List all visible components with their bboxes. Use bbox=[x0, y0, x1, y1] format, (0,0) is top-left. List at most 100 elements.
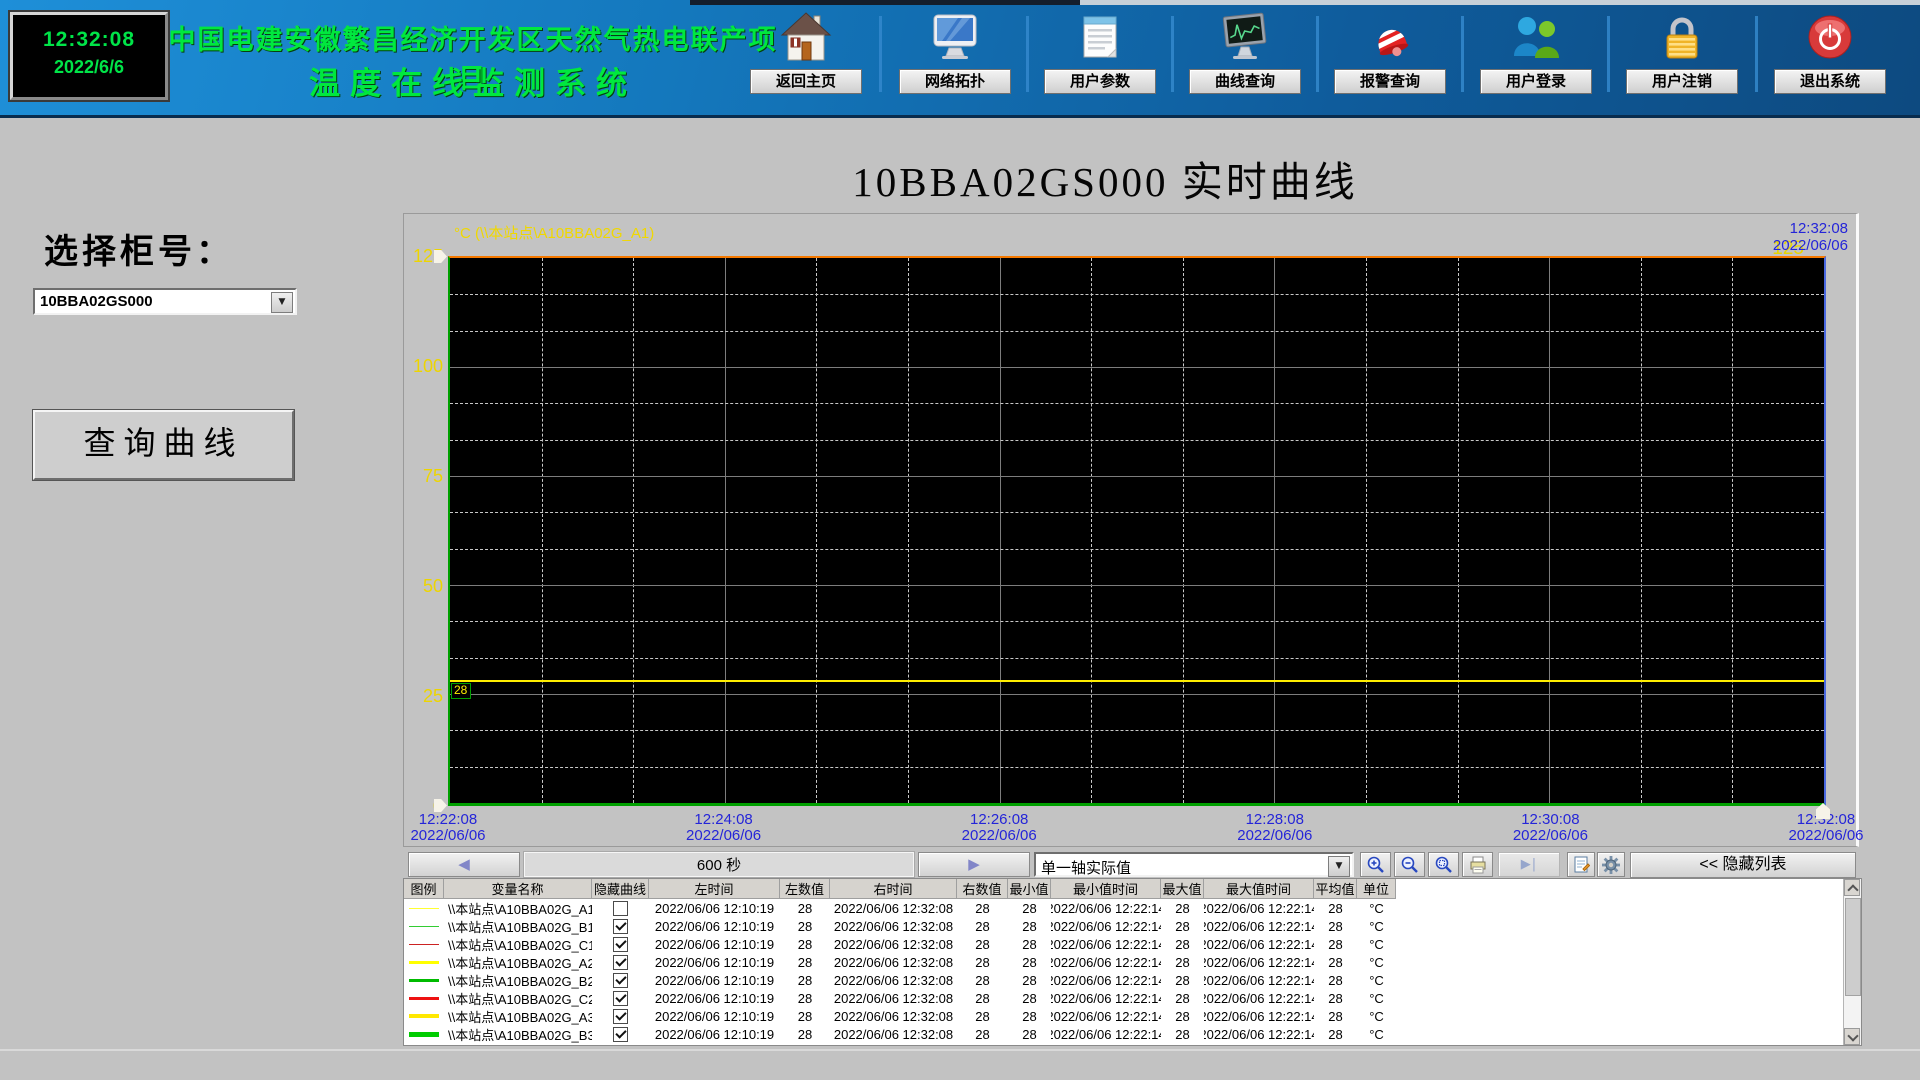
cursor-date: 2022/06/06 bbox=[1773, 237, 1848, 254]
column-header[interactable]: 右时间 bbox=[830, 879, 957, 899]
scroll-down-button[interactable] bbox=[1844, 1028, 1860, 1045]
column-header[interactable]: 单位 bbox=[1357, 879, 1396, 899]
x-tick-date: 2022/06/06 bbox=[1485, 828, 1615, 844]
gear-icon bbox=[1601, 855, 1621, 875]
nav-user-params[interactable]: 用户参数 bbox=[1041, 10, 1159, 112]
h-gridline bbox=[450, 440, 1824, 441]
hide-curve-checkbox[interactable] bbox=[613, 973, 628, 988]
table-cell: 28 bbox=[957, 917, 1008, 935]
table-row[interactable]: \\本站点\A10BBA02G_A22022/06/06 12:10:19282… bbox=[404, 953, 1504, 971]
table-row[interactable]: \\本站点\A10BBA02G_B22022/06/06 12:10:19282… bbox=[404, 971, 1504, 989]
nav-curve-query-button[interactable]: 曲线查询 bbox=[1189, 69, 1301, 94]
hide-curve-checkbox[interactable] bbox=[613, 991, 628, 1006]
nav-network[interactable]: 网络拓扑 bbox=[896, 10, 1014, 112]
column-header[interactable]: 图例 bbox=[404, 879, 444, 899]
zoom-out-button[interactable] bbox=[1394, 852, 1425, 877]
table-cell bbox=[404, 917, 444, 935]
variable-name-cell: \\本站点\A10BBA02G_A1 bbox=[444, 899, 592, 917]
column-header[interactable]: 最大值时间 bbox=[1204, 879, 1314, 899]
y-tick-label: 50 bbox=[404, 575, 443, 597]
table-row[interactable]: \\本站点\A10BBA02G_C22022/06/06 12:10:19282… bbox=[404, 989, 1504, 1007]
column-header[interactable]: 最小值 bbox=[1008, 879, 1051, 899]
column-header[interactable]: 右数值 bbox=[957, 879, 1008, 899]
nav-alarm-query-button[interactable]: 报警查询 bbox=[1334, 69, 1446, 94]
table-cell: 28 bbox=[780, 989, 830, 1007]
table-cell: 28 bbox=[1161, 989, 1204, 1007]
bottom-divider bbox=[0, 1049, 1920, 1051]
query-curve-button[interactable]: 查询曲线 bbox=[33, 410, 294, 480]
hide-list-button[interactable]: << 隐藏列表 bbox=[1630, 852, 1856, 878]
play-pause-button[interactable]: ▶| bbox=[1498, 852, 1560, 877]
checkmark-icon bbox=[615, 1027, 626, 1038]
column-header[interactable]: 最大值 bbox=[1161, 879, 1204, 899]
scrollbar-thumb[interactable] bbox=[1845, 898, 1861, 996]
y-tick-label: 25 bbox=[404, 685, 443, 707]
step-back-button[interactable]: ◀ bbox=[408, 852, 520, 877]
nav-curve-query[interactable]: 曲线查询 bbox=[1186, 10, 1304, 112]
column-header[interactable]: 隐藏曲线 bbox=[592, 879, 649, 899]
legend-notes-button[interactable] bbox=[1567, 852, 1595, 877]
nav-user-login[interactable]: 用户登录 bbox=[1477, 10, 1595, 112]
nav-exit-button[interactable]: 退出系统 bbox=[1774, 69, 1886, 94]
legend-line bbox=[409, 961, 439, 964]
y-tick-label: 75 bbox=[404, 465, 443, 487]
hide-curve-checkbox[interactable] bbox=[613, 901, 628, 916]
column-header[interactable]: 左数值 bbox=[780, 879, 830, 899]
hide-curve-checkbox[interactable] bbox=[613, 919, 628, 934]
trend-line bbox=[450, 680, 1824, 682]
axis-mode-select[interactable]: 单一轴实际值 ▼ bbox=[1034, 852, 1354, 877]
table-cell bbox=[404, 971, 444, 989]
table-cell: 28 bbox=[957, 971, 1008, 989]
x-tick-time: 12:28:08 bbox=[1210, 812, 1340, 828]
column-header[interactable]: 平均值 bbox=[1314, 879, 1357, 899]
print-button[interactable] bbox=[1462, 852, 1493, 877]
hide-curve-checkbox[interactable] bbox=[613, 955, 628, 970]
table-row[interactable]: \\本站点\A10BBA02G_A12022/06/06 12:10:19282… bbox=[404, 899, 1504, 917]
hide-curve-checkbox[interactable] bbox=[613, 1009, 628, 1024]
user-params-icon bbox=[1073, 10, 1127, 64]
table-cell: 28 bbox=[1314, 935, 1357, 953]
table-cell: 28 bbox=[1008, 917, 1051, 935]
printer-icon bbox=[1468, 855, 1488, 875]
column-header[interactable]: 最小值时间 bbox=[1051, 879, 1161, 899]
table-cell bbox=[404, 899, 444, 917]
table-row[interactable]: \\本站点\A10BBA02G_B32022/06/06 12:10:19282… bbox=[404, 1025, 1504, 1043]
variable-name-cell: \\本站点\A10BBA02G_B3 bbox=[444, 1025, 592, 1043]
step-forward-button[interactable]: ▶ bbox=[918, 852, 1030, 877]
zoom-in-button[interactable] bbox=[1360, 852, 1391, 877]
top-edge-artifact-light bbox=[1080, 0, 1920, 5]
nav-home[interactable]: 返回主页 bbox=[747, 10, 865, 112]
nav-network-button[interactable]: 网络拓扑 bbox=[899, 69, 1011, 94]
nav-alarm-query[interactable]: 报警查询 bbox=[1331, 10, 1449, 112]
nav-home-button[interactable]: 返回主页 bbox=[750, 69, 862, 94]
x-tick-label: 12:24:082022/06/06 bbox=[659, 812, 789, 844]
cabinet-select-value: 10BBA02GS000 bbox=[40, 293, 153, 310]
settings-button[interactable] bbox=[1597, 852, 1625, 877]
column-header[interactable]: 左时间 bbox=[649, 879, 780, 899]
scroll-up-button[interactable] bbox=[1844, 879, 1860, 896]
nav-user-params-button[interactable]: 用户参数 bbox=[1044, 69, 1156, 94]
zoom-box-button[interactable] bbox=[1428, 852, 1459, 877]
table-cell: 28 bbox=[957, 989, 1008, 1007]
column-header[interactable]: 变量名称 bbox=[444, 879, 592, 899]
chevron-down-icon[interactable]: ▼ bbox=[271, 292, 293, 313]
interval-field[interactable]: 600 秒 bbox=[524, 852, 914, 877]
hide-curve-checkbox[interactable] bbox=[613, 937, 628, 952]
table-row[interactable]: \\本站点\A10BBA02G_C12022/06/06 12:10:19282… bbox=[404, 935, 1504, 953]
table-cell: 28 bbox=[1008, 953, 1051, 971]
table-row[interactable]: \\本站点\A10BBA02G_A32022/06/06 12:10:19282… bbox=[404, 1007, 1504, 1025]
chevron-down-icon[interactable]: ▼ bbox=[1328, 856, 1350, 877]
plot-area[interactable]: 28 bbox=[448, 256, 1826, 806]
nav-exit[interactable]: 退出系统 bbox=[1771, 10, 1889, 112]
nav-user-login-button[interactable]: 用户登录 bbox=[1480, 69, 1592, 94]
hide-curve-checkbox[interactable] bbox=[613, 1027, 628, 1042]
chevron-up-icon bbox=[1847, 884, 1858, 895]
table-row[interactable]: \\本站点\A10BBA02G_B12022/06/06 12:10:19282… bbox=[404, 917, 1504, 935]
table-scrollbar[interactable] bbox=[1843, 879, 1861, 1045]
axis-top-marker[interactable] bbox=[434, 250, 447, 263]
nav-user-logout-button[interactable]: 用户注销 bbox=[1626, 69, 1738, 94]
table-cell: 28 bbox=[1161, 1025, 1204, 1043]
cabinet-select[interactable]: 10BBA02GS000 ▼ bbox=[33, 288, 297, 315]
table-cell bbox=[404, 1007, 444, 1025]
nav-user-logout[interactable]: 用户注销 bbox=[1623, 10, 1741, 112]
